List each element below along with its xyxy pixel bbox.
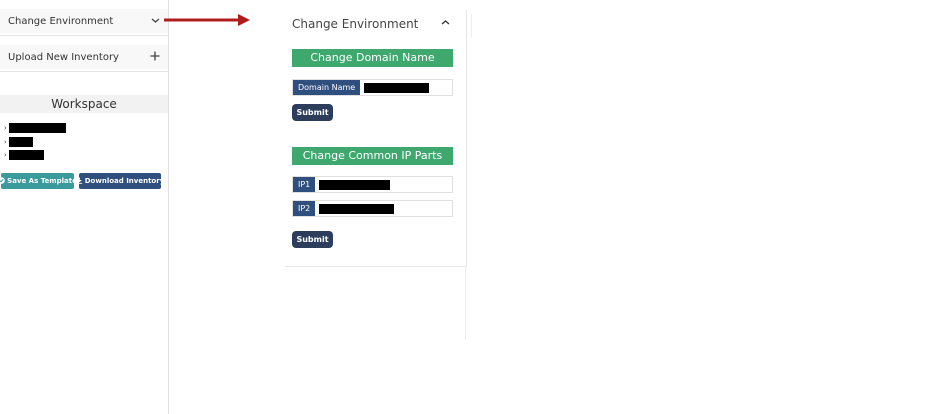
workspace-title: Workspace	[0, 95, 168, 113]
domain-name-field[interactable]: Domain Name	[292, 79, 453, 96]
divider	[0, 35, 168, 36]
upload-inventory-toggle[interactable]: Upload New Inventory	[0, 45, 168, 69]
save-as-template-label: Save As Template	[7, 177, 77, 185]
divider	[471, 14, 472, 38]
download-icon	[76, 177, 83, 186]
redacted-text	[9, 123, 66, 133]
domain-section-heading: Change Domain Name	[292, 49, 453, 67]
ip-submit-button[interactable]: Submit	[292, 231, 333, 248]
check-circle-icon	[0, 176, 5, 186]
change-environment-label: Change Environment	[8, 15, 114, 27]
redacted-text	[364, 82, 430, 93]
ip2-field[interactable]: IP2	[292, 200, 453, 217]
ip2-label: IP2	[293, 201, 316, 216]
tree-item[interactable]: ›	[4, 123, 66, 133]
download-inventory-label: Download Inventory	[84, 177, 165, 185]
chevron-up-icon[interactable]	[441, 16, 450, 29]
panel-title: Change Environment	[292, 17, 419, 31]
change-environment-toggle[interactable]: Change Environment	[0, 9, 168, 33]
divider	[465, 266, 466, 340]
tree-item[interactable]: ›	[4, 137, 33, 147]
tree-item[interactable]: ›	[4, 150, 44, 160]
upload-inventory-label: Upload New Inventory	[8, 51, 119, 63]
domain-submit-button[interactable]: Submit	[292, 104, 333, 121]
domain-name-label: Domain Name	[293, 80, 361, 95]
ip1-label: IP1	[293, 177, 316, 192]
redacted-text	[319, 203, 395, 214]
plus-icon	[150, 50, 160, 64]
arrow-right-icon	[164, 14, 250, 26]
ip1-input[interactable]	[315, 177, 391, 192]
sidebar: Change Environment Upload New Inventory …	[0, 0, 169, 414]
chevron-down-icon	[151, 16, 160, 27]
divider	[0, 71, 168, 72]
redacted-text	[9, 150, 44, 160]
ip2-input[interactable]	[315, 201, 395, 216]
redacted-text	[319, 179, 391, 190]
redacted-text	[9, 137, 33, 147]
ip1-field[interactable]: IP1	[292, 176, 453, 193]
domain-name-input[interactable]	[360, 80, 430, 95]
ip-section-heading: Change Common IP Parts	[292, 147, 453, 165]
download-inventory-button[interactable]: Download Inventory	[76, 173, 164, 189]
save-as-template-button[interactable]: Save As Template	[0, 173, 77, 189]
